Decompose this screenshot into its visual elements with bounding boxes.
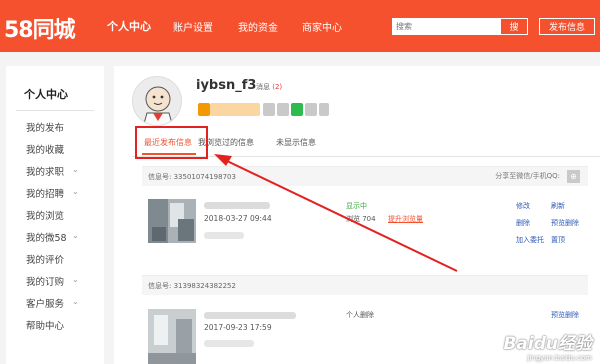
watermark: Baidu经验 jingyan.baidu.com bbox=[503, 329, 592, 362]
tab-hidden-info[interactable]: 未显示信息 bbox=[276, 137, 316, 148]
sidebar: 个人中心 我的发布 我的收藏 我的求职 ⌄ 我的招聘 ⌄ 我的浏览 我的微58 … bbox=[6, 66, 104, 364]
sidebar-item-customer-service[interactable]: 客户服务 bbox=[26, 296, 64, 310]
pin-top-link[interactable]: 置顶 bbox=[551, 235, 565, 245]
chevron-down-icon[interactable]: ⌄ bbox=[72, 187, 79, 196]
listing-title-blurred[interactable] bbox=[204, 202, 270, 209]
watermark-url: jingyan.baidu.com bbox=[527, 354, 592, 362]
share-label: 分享至微信/手机QQ: bbox=[495, 172, 560, 180]
avatar[interactable] bbox=[132, 76, 182, 126]
sidebar-item-help[interactable]: 帮助中心 bbox=[26, 318, 64, 332]
view-count: 浏览 704 bbox=[346, 215, 376, 223]
sidebar-item-orders[interactable]: 我的订购 bbox=[26, 274, 64, 288]
message-link[interactable]: 消息 (2) bbox=[256, 82, 282, 92]
nav-my-funds[interactable]: 我的资金 bbox=[238, 19, 278, 34]
sidebar-item-my-posts[interactable]: 我的发布 bbox=[26, 120, 64, 134]
room-photo bbox=[148, 199, 196, 243]
highlight-box bbox=[135, 126, 208, 159]
delete-link[interactable]: 删除 bbox=[516, 218, 530, 228]
chevron-down-icon[interactable]: ⌄ bbox=[72, 275, 79, 284]
search-button[interactable]: 搜 bbox=[500, 18, 528, 35]
message-label: 消息 bbox=[256, 83, 270, 91]
email-icon[interactable] bbox=[263, 103, 275, 116]
listing-date: 2017-09-23 17:59 bbox=[204, 323, 272, 332]
chevron-down-icon[interactable]: ⌄ bbox=[72, 297, 79, 306]
settings-icon[interactable] bbox=[319, 103, 329, 116]
message-count: (2) bbox=[272, 83, 283, 91]
search-input[interactable] bbox=[392, 18, 500, 35]
nav-account-settings[interactable]: 账户设置 bbox=[173, 19, 213, 34]
listing-meta-blurred bbox=[204, 340, 254, 347]
share-icon[interactable]: ⊕ bbox=[567, 170, 580, 183]
sidebar-item-job-seeking[interactable]: 我的求职 bbox=[26, 164, 64, 178]
status-badge: 显示中 bbox=[346, 202, 367, 210]
chevron-down-icon[interactable]: ⌄ bbox=[72, 231, 79, 240]
nav-merchant-center[interactable]: 商家中心 bbox=[302, 19, 342, 34]
watermark-brand: Baidu经验 bbox=[503, 334, 592, 354]
verification-bar bbox=[210, 103, 260, 116]
listing-header: 信息号: 31398324382252 bbox=[142, 275, 588, 295]
sidebar-item-reviews[interactable]: 我的评价 bbox=[26, 252, 64, 266]
phone-verified-icon[interactable] bbox=[198, 103, 210, 116]
top-header: 58同城 个人中心 账户设置 我的资金 商家中心 搜 发布信息 bbox=[0, 0, 600, 52]
sidebar-title: 个人中心 bbox=[24, 88, 68, 101]
add-entrust-link[interactable]: 加入委托 bbox=[516, 235, 544, 245]
sidebar-divider bbox=[16, 110, 94, 111]
chevron-down-icon[interactable]: ⌄ bbox=[72, 165, 79, 174]
post-info-button[interactable]: 发布信息 bbox=[539, 18, 595, 35]
room-photo bbox=[148, 309, 196, 364]
app-window: 58同城 个人中心 账户设置 我的资金 商家中心 搜 发布信息 个人中心 我的发… bbox=[0, 0, 600, 364]
sidebar-item-weibo58[interactable]: 我的微58 bbox=[26, 230, 67, 244]
listing-meta-blurred bbox=[204, 232, 244, 239]
refresh-link[interactable]: 刷新 bbox=[551, 201, 565, 211]
edit-link[interactable]: 修改 bbox=[516, 201, 530, 211]
sidebar-item-recruiting[interactable]: 我的招聘 bbox=[26, 186, 64, 200]
license-icon[interactable] bbox=[305, 103, 317, 116]
sidebar-item-favorites[interactable]: 我的收藏 bbox=[26, 142, 64, 156]
listing-title-blurred[interactable] bbox=[204, 312, 296, 319]
wechat-icon[interactable] bbox=[291, 103, 303, 116]
avatar-illustration bbox=[143, 86, 173, 125]
listing-thumbnail[interactable] bbox=[148, 199, 196, 243]
preview-delete-link[interactable]: 预览删除 bbox=[551, 218, 579, 228]
sidebar-item-history[interactable]: 我的浏览 bbox=[26, 208, 64, 222]
preview-delete-link[interactable]: 预览删除 bbox=[551, 310, 579, 320]
promote-link[interactable]: 提升浏览量 bbox=[388, 214, 423, 224]
nav-personal-center[interactable]: 个人中心 bbox=[107, 18, 151, 34]
listing-header: 信息号: 33501074198703 分享至微信/手机QQ: ⊕ bbox=[142, 166, 588, 186]
info-number: 信息号: 33501074198703 bbox=[148, 173, 236, 181]
username: iybsn_f3 bbox=[196, 78, 257, 93]
id-card-icon[interactable] bbox=[277, 103, 289, 116]
status-badge: 个人删除 bbox=[346, 311, 374, 319]
info-number: 信息号: 31398324382252 bbox=[148, 282, 236, 290]
site-logo[interactable]: 58同城 bbox=[4, 12, 76, 44]
listing-date: 2018-03-27 09:44 bbox=[204, 214, 272, 223]
listing-thumbnail[interactable] bbox=[148, 309, 196, 364]
